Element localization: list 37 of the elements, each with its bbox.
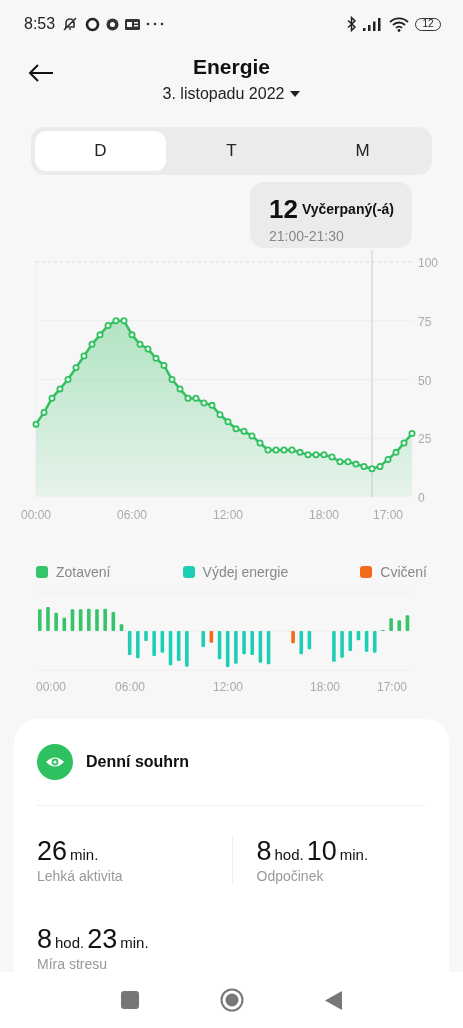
- x-axis-label: 00:00: [21, 508, 51, 522]
- x-axis-label: 06:00: [115, 680, 145, 694]
- page-title: Energie: [193, 54, 270, 79]
- x-axis-label: 18:00: [309, 508, 339, 522]
- y-axis-label: 75: [418, 314, 432, 329]
- x-axis-label: 17:00: [373, 508, 403, 522]
- stat-unit: min.: [120, 934, 149, 951]
- stat-unit: hod.: [274, 846, 304, 863]
- y-axis-label: 25: [418, 432, 432, 447]
- stat-number: 23: [87, 924, 118, 955]
- time-range: 21:00-21:30: [269, 228, 345, 244]
- legend-label: Výdej energie: [202, 564, 289, 580]
- y-axis-label: 0: [418, 491, 425, 505]
- stat-unit: min.: [339, 846, 369, 863]
- stat-number: 26: [37, 836, 68, 867]
- stat-number: 8: [37, 924, 53, 955]
- x-axis-label: 12:00: [213, 680, 243, 694]
- stat-number: 8: [256, 836, 272, 867]
- energy-status: Vyčerpaný(-á): [301, 200, 394, 217]
- legend-label: Zotavení: [56, 564, 111, 580]
- stat-number: 10: [306, 836, 337, 867]
- clock: 8:53: [24, 15, 56, 33]
- x-axis-label: 00:00: [36, 680, 67, 694]
- y-axis-label: 50: [418, 373, 432, 388]
- x-axis-label: 06:00: [117, 508, 147, 522]
- energy-value: 12: [269, 194, 298, 224]
- x-axis-label: 12:00: [213, 508, 243, 522]
- card-title: Denní souhrn: [86, 753, 190, 771]
- stat-label: Odpočinek: [256, 868, 325, 884]
- stat-unit: hod.: [55, 934, 85, 951]
- y-axis-label: 100: [418, 256, 439, 270]
- x-axis-label: 18:00: [310, 680, 340, 694]
- legend-label: Cvičení: [380, 564, 427, 580]
- stat-unit: min.: [70, 846, 99, 863]
- stat-label: Míra stresu: [37, 956, 108, 972]
- x-axis-label: 17:00: [377, 680, 407, 694]
- stat-label: Lehká aktivita: [37, 868, 124, 884]
